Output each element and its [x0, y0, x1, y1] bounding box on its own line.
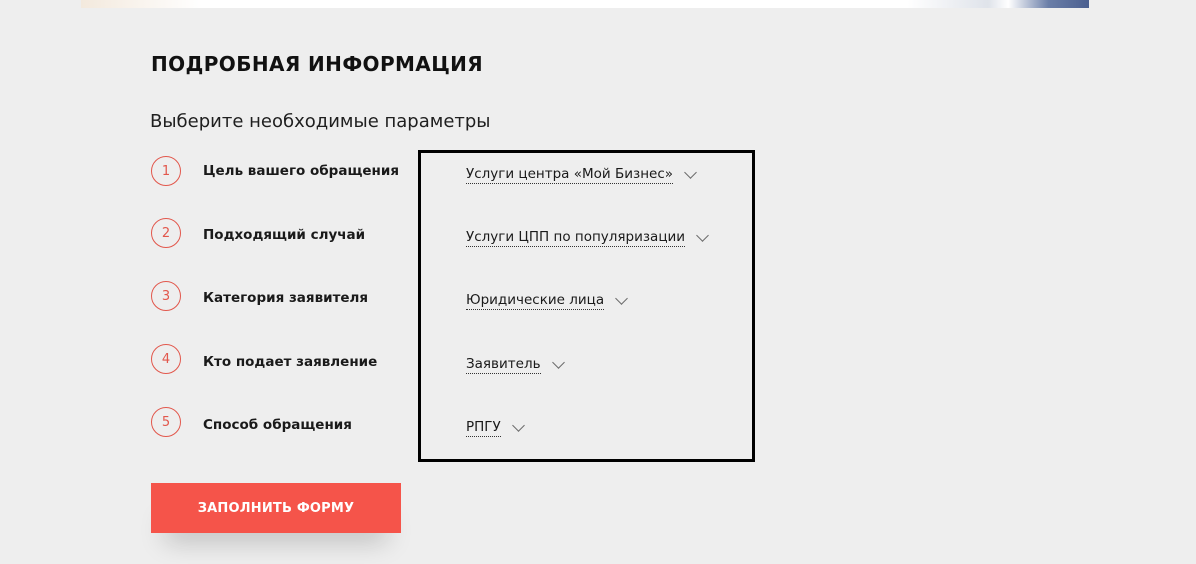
step-number-2: 2 — [151, 218, 181, 248]
category-select-value: Юридические лица — [466, 292, 605, 310]
top-banner-image — [81, 0, 1089, 8]
page-title: ПОДРОБНАЯ ИНФОРМАЦИЯ — [151, 52, 484, 76]
category-select[interactable]: Юридические лица — [466, 291, 628, 310]
step-label-case: Подходящий случай — [203, 227, 366, 243]
step-label-purpose: Цель вашего обращения — [203, 163, 399, 179]
step-number-4: 4 — [151, 344, 181, 374]
chevron-down-icon — [511, 418, 525, 432]
method-select-value: РПГУ — [466, 419, 501, 437]
applicant-select[interactable]: Заявитель — [466, 355, 565, 374]
step-number-5: 5 — [151, 407, 181, 437]
purpose-select[interactable]: Услуги центра «Мой Бизнес» — [466, 165, 697, 184]
step-number-1: 1 — [151, 156, 181, 186]
case-select-value: Услуги ЦПП по популяризации — [466, 229, 686, 247]
step-label-method: Способ обращения — [203, 417, 352, 433]
chevron-down-icon — [551, 355, 565, 369]
fill-form-button[interactable]: ЗАПОЛНИТЬ ФОРМУ — [151, 483, 401, 533]
chevron-down-icon — [696, 228, 709, 242]
section-subtitle: Выберите необходимые параметры — [150, 111, 491, 132]
chevron-down-icon — [684, 165, 697, 179]
case-select[interactable]: Услуги ЦПП по популяризации — [466, 228, 709, 247]
purpose-select-value: Услуги центра «Мой Бизнес» — [466, 166, 674, 184]
applicant-select-value: Заявитель — [466, 356, 541, 374]
step-number-3: 3 — [151, 281, 181, 311]
chevron-down-icon — [615, 291, 628, 305]
method-select[interactable]: РПГУ — [466, 418, 525, 437]
step-label-category: Категория заявителя — [203, 290, 369, 306]
step-label-applicant: Кто подает заявление — [203, 354, 378, 370]
